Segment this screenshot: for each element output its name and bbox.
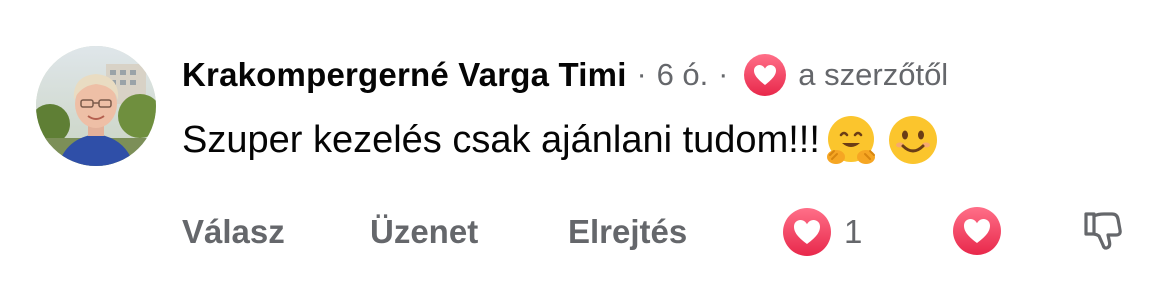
reaction-count: 1 bbox=[844, 213, 863, 250]
heart-icon bbox=[744, 54, 787, 96]
hide-button[interactable]: Elrejtés bbox=[568, 206, 687, 258]
dislike-button[interactable] bbox=[1080, 208, 1128, 256]
heart-icon bbox=[782, 207, 832, 257]
comment-text: Szuper kezelés csak ajánlani tudom!!! bbox=[182, 112, 940, 168]
separator: · bbox=[636, 58, 647, 91]
separator: · bbox=[718, 58, 729, 91]
message-button[interactable]: Üzenet bbox=[370, 206, 478, 258]
comment: Krakompergerné Varga Timi · 6 ó. · a sze… bbox=[0, 0, 1170, 286]
comment-body: Szuper kezelés csak ajánlani tudom!!! bbox=[182, 118, 820, 161]
reaction-summary[interactable]: 1 bbox=[782, 206, 862, 258]
reply-button[interactable]: Válasz bbox=[182, 206, 285, 258]
hugging-face-emoji bbox=[824, 113, 878, 167]
by-author-label: a szerzőtől bbox=[798, 57, 949, 92]
comment-actions: Válasz Üzenet Elrejtés 1 bbox=[182, 206, 1142, 258]
heart-icon bbox=[953, 207, 1001, 255]
comment-header: Krakompergerné Varga Timi · 6 ó. · a sze… bbox=[182, 52, 948, 98]
smiling-face-emoji bbox=[886, 113, 940, 167]
avatar-image bbox=[36, 46, 156, 166]
react-heart-button[interactable] bbox=[952, 206, 1004, 258]
timestamp[interactable]: 6 ó. bbox=[657, 57, 709, 93]
avatar[interactable] bbox=[36, 46, 156, 166]
thumbs-down-icon bbox=[1084, 212, 1122, 250]
author-name[interactable]: Krakompergerné Varga Timi bbox=[182, 56, 627, 94]
